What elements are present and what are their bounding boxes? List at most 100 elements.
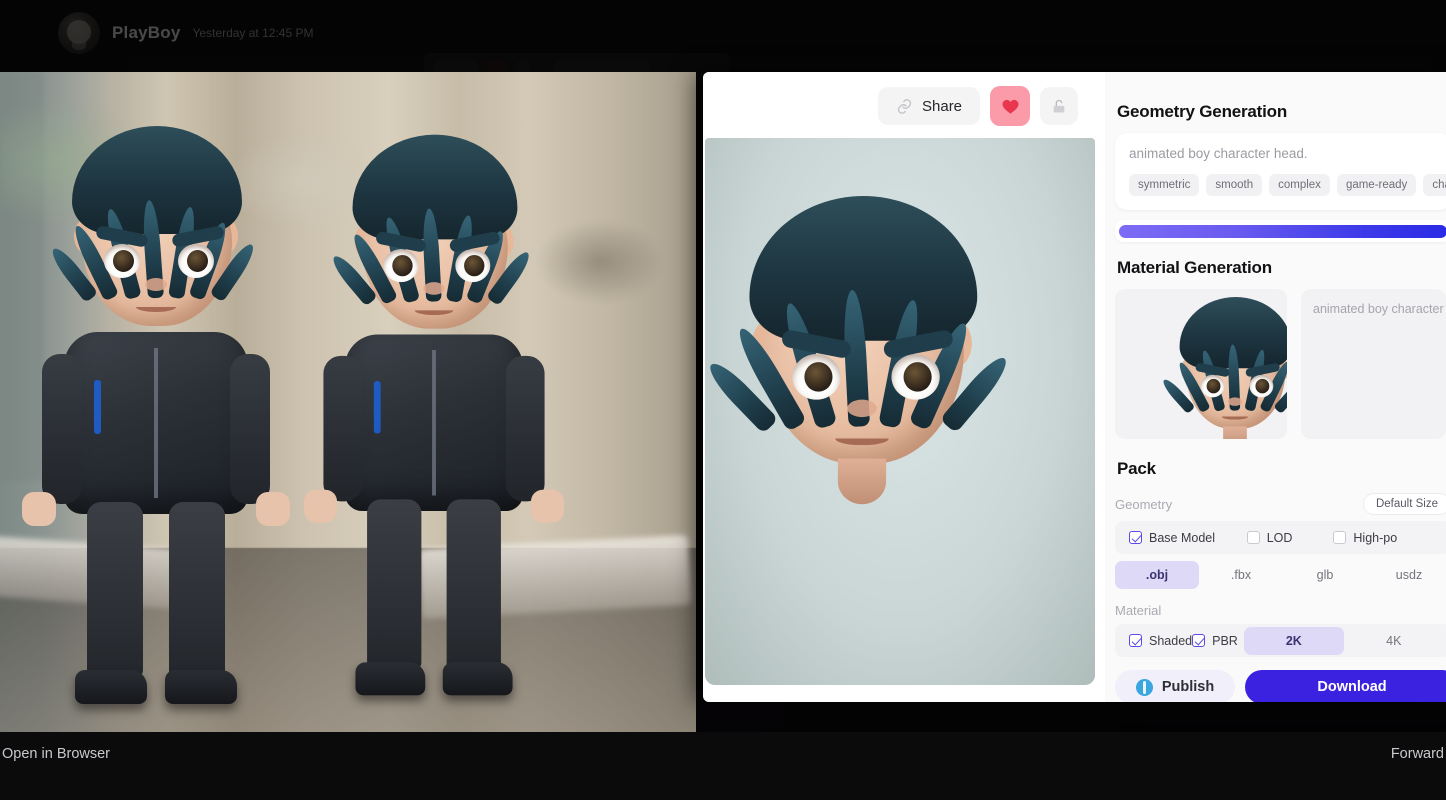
tag-game-ready[interactable]: game-ready <box>1336 174 1417 196</box>
unlock-icon <box>1053 99 1065 112</box>
option-shaded[interactable]: Shaded <box>1129 634 1192 648</box>
lock-toggle-button[interactable] <box>1040 87 1079 125</box>
character-figure-left <box>22 126 290 704</box>
arm-right <box>505 355 564 523</box>
share-button[interactable]: Share <box>878 87 981 125</box>
screen-root: PlayBoy Yesterday at 12:45 PM Share Geom… <box>0 0 1446 800</box>
nose <box>847 399 877 418</box>
reference-image[interactable] <box>0 72 696 732</box>
material-thumbnail-head <box>1160 297 1287 439</box>
jacket-accent <box>94 380 101 434</box>
bottom-action-bar: Open in Browser Forward <box>0 732 1446 800</box>
tag-symmetric[interactable]: symmetric <box>1129 174 1200 196</box>
share-label: Share <box>922 97 963 115</box>
toolbar-actions: Share <box>878 86 1079 126</box>
format-glb[interactable]: glb <box>1283 561 1367 589</box>
checkbox-base-model[interactable] <box>1129 531 1142 544</box>
geometry-progress-track <box>1115 220 1446 242</box>
resolution-2k[interactable]: 2K <box>1243 626 1344 655</box>
download-label: Download <box>1317 679 1387 695</box>
eye-left <box>383 249 419 283</box>
publish-label: Publish <box>1161 679 1215 695</box>
geometry-prompt-card[interactable]: animated boy character head. symmetric s… <box>1115 133 1446 210</box>
geometry-prompt-text[interactable]: animated boy character head. <box>1129 146 1437 161</box>
option-high-poly-label: High-po <box>1353 530 1398 545</box>
geometry-format-segments: .obj .fbx glb usdz <box>1115 561 1446 589</box>
format-obj[interactable]: .obj <box>1115 561 1199 589</box>
arm-right <box>230 354 290 526</box>
character-head <box>328 134 534 335</box>
tag-smooth[interactable]: smooth <box>1206 174 1263 196</box>
option-high-poly[interactable]: High-po <box>1333 531 1437 545</box>
material-generation-title: Material Generation <box>1117 258 1272 277</box>
tag-character[interactable]: character <box>1423 174 1446 196</box>
hair <box>72 126 242 234</box>
material-pack-label: Material <box>1115 603 1162 618</box>
pack-title: Pack <box>1117 459 1156 478</box>
nose <box>423 282 445 295</box>
material-prompt-input[interactable]: animated boy character hea <box>1301 289 1446 439</box>
option-pbr[interactable]: PBR <box>1192 634 1238 648</box>
character-head <box>47 126 259 332</box>
option-lod[interactable]: LOD <box>1246 530 1334 545</box>
character-legs <box>352 499 517 696</box>
download-button[interactable]: Download <box>1245 670 1446 702</box>
default-size-button[interactable]: Default Size <box>1362 493 1446 515</box>
message-author: PlayBoy <box>112 23 181 42</box>
option-shaded-label: Shaded <box>1149 633 1193 648</box>
eye-right <box>455 249 491 283</box>
eye-right <box>178 244 214 278</box>
material-thumbnail[interactable] <box>1115 289 1287 439</box>
nose <box>145 278 167 291</box>
favorite-button[interactable] <box>990 86 1031 126</box>
format-fbx[interactable]: .fbx <box>1199 561 1283 589</box>
neck <box>837 458 887 505</box>
model-preview-viewport[interactable] <box>705 138 1095 685</box>
geometry-tag-row: symmetric smooth complex game-ready char… <box>1129 174 1446 196</box>
settings-panel: Geometry Generation animated boy charact… <box>1105 72 1446 702</box>
checkbox-pbr[interactable] <box>1192 634 1206 647</box>
link-icon <box>897 98 912 114</box>
mouth <box>136 302 176 312</box>
jacket-accent <box>373 381 381 434</box>
preview-character-head <box>705 196 1013 505</box>
forward-button[interactable]: Forward <box>1391 746 1444 762</box>
geometry-options-row: Base Model LOD High-po <box>1115 521 1446 554</box>
tag-complex[interactable]: complex <box>1269 174 1330 196</box>
jacket-zipper <box>432 350 436 496</box>
avatar <box>58 12 100 54</box>
material-resolution-segments: 2K 4K <box>1243 626 1444 655</box>
arm-left <box>22 354 82 526</box>
geometry-pack-header: Geometry Default Size <box>1115 493 1446 515</box>
checkbox-shaded[interactable] <box>1129 634 1142 647</box>
heart-icon <box>1002 99 1019 114</box>
character-torso <box>22 332 290 526</box>
geometry-pack-label: Geometry <box>1115 496 1173 512</box>
checkbox-high-poly[interactable] <box>1333 531 1347 544</box>
eye-left <box>792 354 841 400</box>
hair <box>749 196 978 341</box>
option-base-model-label: Base Model <box>1149 530 1216 545</box>
publish-button[interactable]: Publish <box>1115 670 1235 702</box>
material-generation-row: animated boy character hea <box>1115 289 1446 439</box>
option-pbr-label: PBR <box>1212 633 1238 648</box>
message-header: PlayBoy Yesterday at 12:45 PM <box>58 12 313 54</box>
option-lod-label: LOD <box>1266 530 1293 545</box>
globe-icon <box>1135 678 1153 696</box>
checkbox-lod[interactable] <box>1246 531 1260 544</box>
open-in-browser-button[interactable]: Open in Browser <box>2 746 110 762</box>
material-pack-header: Material <box>1115 603 1446 618</box>
resolution-4k[interactable]: 4K <box>1344 627 1444 655</box>
action-buttons: Publish Download <box>1115 670 1446 702</box>
arm-left <box>304 355 363 523</box>
option-base-model[interactable]: Base Model <box>1129 531 1247 545</box>
character-figure-right <box>304 134 564 696</box>
geometry-progress-bar <box>1119 224 1446 238</box>
material-options-row: Shaded PBR 2K 4K <box>1115 624 1446 657</box>
mouth <box>835 432 889 446</box>
character-torso <box>304 334 564 523</box>
geometry-generation-title: Geometry Generation <box>1117 102 1288 121</box>
jacket-zipper <box>154 348 158 498</box>
app-window: Share Geometry Generation animated boy c… <box>703 72 1446 702</box>
format-usdz[interactable]: usdz <box>1367 561 1446 589</box>
